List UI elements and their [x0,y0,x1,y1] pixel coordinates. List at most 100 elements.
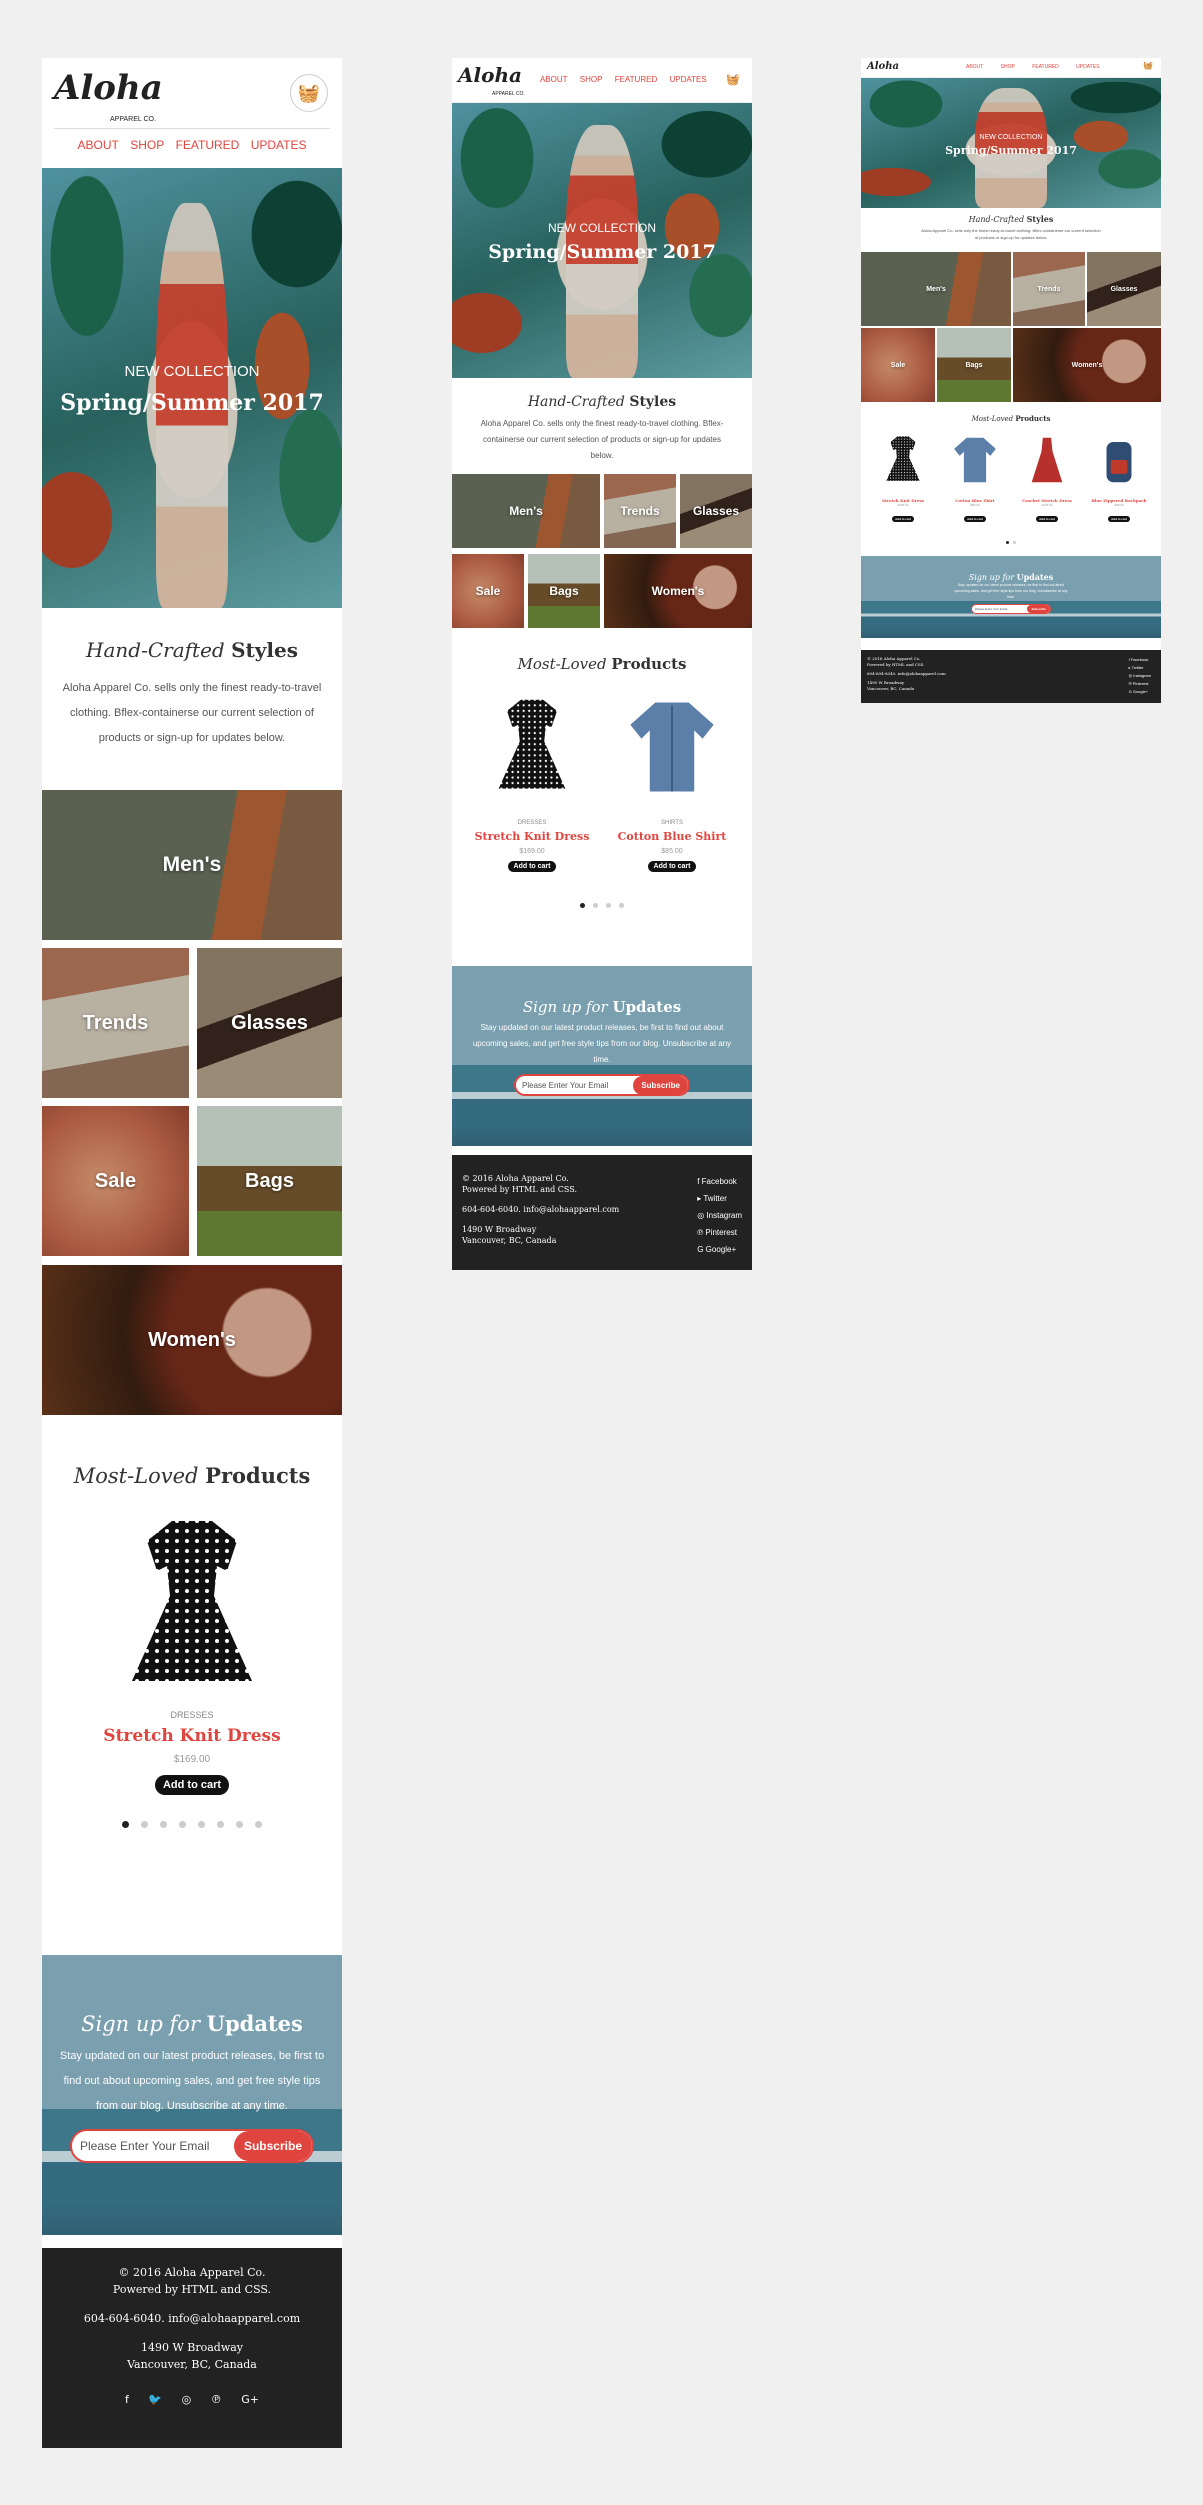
nav-featured[interactable]: FEATURED [176,138,240,152]
cart-icon[interactable]: 🧺 [290,74,328,112]
category-trends[interactable]: Trends [604,474,676,548]
product-image-backpack[interactable] [1094,429,1144,491]
carousel-dot[interactable] [141,1821,148,1828]
nav-updates[interactable]: UPDATES [251,138,307,152]
social-instagram[interactable]: ◎ Instagram [697,1207,742,1224]
carousel-dot[interactable] [160,1821,167,1828]
nav-about[interactable]: ABOUT [78,138,119,152]
nav-about[interactable]: ABOUT [966,64,983,70]
product-name[interactable]: Cotton Blue Shirt [607,830,737,843]
category-sale[interactable]: Sale [42,1106,189,1256]
category-sale[interactable]: Sale [861,328,935,402]
social-google-plus[interactable]: G Google+ [697,1241,742,1258]
carousel-dot[interactable] [1006,541,1009,544]
category-women[interactable]: Women's [1013,328,1161,402]
category-women[interactable]: Women's [42,1265,342,1415]
social-twitter[interactable]: ▸ Twitter [697,1190,742,1207]
carousel-dots [452,895,752,913]
product-image-red-dress[interactable] [1022,429,1072,491]
carousel-dot[interactable] [593,903,598,908]
product-image-dress[interactable] [878,429,928,491]
footer-contact[interactable]: 604-604-6040. info@alohaapparel.com [867,671,946,677]
product-name[interactable]: Stretch Knit Dress [467,830,597,843]
add-to-cart-button[interactable]: Add to cart [1108,516,1130,522]
signup-title-bold: Updates [206,2011,303,2036]
google-plus-icon[interactable]: G+ [241,2393,259,2406]
add-to-cart-button[interactable]: Add to cart [507,861,557,872]
subscribe-button[interactable]: Subscribe [633,1076,688,1094]
social-pinterest[interactable]: ℗ Pinterest [1129,680,1151,688]
category-trends[interactable]: Trends [42,948,189,1098]
add-to-cart-button[interactable]: Add to cart [1036,516,1058,522]
footer-contact[interactable]: 604-604-6040. info@alohaapparel.com [462,1204,619,1215]
category-trends[interactable]: Trends [1013,252,1085,326]
nav-featured[interactable]: FEATURED [615,75,658,84]
facebook-icon[interactable]: f [125,2393,129,2406]
logo[interactable]: Aloha [867,61,899,72]
carousel-dot[interactable] [606,903,611,908]
logo-text: Aloha [867,61,899,72]
category-bags[interactable]: Bags [528,554,600,628]
email-input[interactable]: Please Enter Your Email [72,2139,234,2153]
category-glasses[interactable]: Glasses [680,474,752,548]
social-facebook[interactable]: f Facebook [697,1173,742,1190]
category-men[interactable]: Men's [452,474,600,548]
footer-contact[interactable]: 604-604-6040. info@alohaapparel.com [42,2310,342,2327]
product-name[interactable]: Stretch Knit Dress [42,1726,342,1746]
product-image-dress[interactable] [42,1516,342,1696]
product-image-shirt[interactable] [607,687,737,812]
category-men[interactable]: Men's [42,790,342,940]
hero-title: Spring/Summer 2017 [488,241,716,263]
category-sale[interactable]: Sale [452,554,524,628]
product-image-dress[interactable] [467,687,597,812]
social-twitter[interactable]: ▸ Twitter [1129,664,1151,672]
nav-shop[interactable]: SHOP [580,75,603,84]
add-to-cart-button[interactable]: Add to cart [154,1775,230,1795]
category-glasses[interactable]: Glasses [197,948,342,1098]
twitter-icon[interactable]: 🐦 [148,2393,162,2406]
carousel-dot[interactable] [122,1821,129,1828]
carousel-dot[interactable] [580,903,585,908]
email-input[interactable]: Please Enter Your Email [972,607,1027,611]
social-facebook[interactable]: f Facebook [1129,656,1151,664]
category-women[interactable]: Women's [604,554,752,628]
category-women-label: Women's [651,584,705,598]
carousel-dot[interactable] [619,903,624,908]
social-google-plus[interactable]: G Google+ [1129,688,1151,696]
subscribe-button[interactable]: Subscribe [233,2131,312,2161]
logo[interactable]: Aloha APPAREL CO. [458,64,525,105]
nav-shop[interactable]: SHOP [130,138,164,152]
signup-form: Please Enter Your Email Subscribe [514,1074,690,1096]
subscribe-button[interactable]: Subscribe [1027,605,1050,613]
nav-about[interactable]: ABOUT [540,75,568,84]
carousel-dot[interactable] [198,1821,205,1828]
nav-featured[interactable]: FEATURED [1032,64,1059,70]
cart-icon[interactable]: 🧺 [1143,61,1153,70]
nav-updates[interactable]: UPDATES [1076,64,1099,70]
category-bags-label: Bags [245,1169,294,1192]
carousel-dot[interactable] [1013,541,1016,544]
add-to-cart-button[interactable]: Add to cart [964,516,986,522]
product-image-shirt[interactable] [950,429,1000,491]
add-to-cart-button[interactable]: Add to cart [892,516,914,522]
social-pinterest[interactable]: ℗ Pinterest [697,1224,742,1241]
nav-updates[interactable]: UPDATES [669,75,706,84]
carousel-dot[interactable] [236,1821,243,1828]
social-instagram[interactable]: ◎ Instagram [1129,672,1151,680]
category-bags[interactable]: Bags [197,1106,342,1256]
category-bags[interactable]: Bags [937,328,1011,402]
add-to-cart-button[interactable]: Add to cart [647,861,697,872]
cart-icon[interactable]: 🧺 [722,68,744,90]
pinterest-icon[interactable]: ℗ [211,2393,222,2406]
nav-shop[interactable]: SHOP [1001,64,1015,70]
email-input[interactable]: Please Enter Your Email [516,1081,633,1090]
instagram-icon[interactable]: ◎ [182,2393,192,2406]
category-men[interactable]: Men's [861,252,1011,326]
social-pinterest-label: Pinterest [1132,681,1149,686]
footer-social-list: f Facebook ▸ Twitter ◎ Instagram ℗ Pinte… [1129,656,1151,696]
category-glasses[interactable]: Glasses [1087,252,1161,326]
product-category: DRESSES [517,820,547,826]
carousel-dot[interactable] [217,1821,224,1828]
carousel-dot[interactable] [179,1821,186,1828]
carousel-dot[interactable] [255,1821,262,1828]
